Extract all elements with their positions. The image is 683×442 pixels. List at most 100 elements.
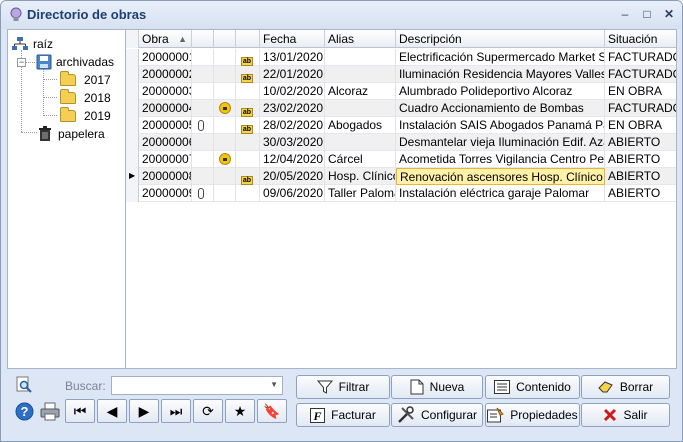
cell-alias[interactable]: Hosp. Clínico xyxy=(325,168,396,185)
cell-clip[interactable] xyxy=(192,49,214,66)
cell-sit[interactable]: EN OBRA xyxy=(605,83,676,100)
cell-lock[interactable] xyxy=(214,151,236,168)
cell-desc[interactable]: Electrificación Supermercado Market SIP xyxy=(396,49,605,66)
first-record-button[interactable]: ⏮ xyxy=(65,399,95,423)
cell-lock[interactable] xyxy=(214,134,236,151)
next-record-button[interactable]: ▶ xyxy=(129,399,159,423)
cell-fecha[interactable]: 12/04/2020 xyxy=(260,151,325,168)
cell-sit[interactable]: FACTURADO xyxy=(605,49,676,66)
cell-clip[interactable] xyxy=(192,117,214,134)
document-search-icon[interactable] xyxy=(15,376,33,394)
minimize-button[interactable]: – xyxy=(615,6,635,22)
cell-obra[interactable]: 20000001 xyxy=(139,49,192,66)
tree-node-2017[interactable]: 2017 xyxy=(60,70,111,88)
table-row[interactable]: 20000005 ab 28/02/2020 Abogados Instalación … xyxy=(126,117,676,134)
table-row[interactable]: 20000009 09/06/2020Taller PalomarInstalac… xyxy=(126,185,676,202)
cell-alias[interactable]: Alcoraz xyxy=(325,83,396,100)
cell-obra[interactable]: 20000007 xyxy=(139,151,192,168)
cell-ab[interactable]: ab xyxy=(236,100,260,117)
cell-clip[interactable] xyxy=(192,66,214,83)
cell-alias[interactable]: Taller Palomar xyxy=(325,185,396,202)
search-combobox[interactable]: ▼ xyxy=(111,376,283,395)
erase-button[interactable]: Borrar xyxy=(581,375,670,399)
cell-alias[interactable]: Cárcel xyxy=(325,151,396,168)
cell-desc[interactable]: Renovación ascensores Hosp. Clínico xyxy=(396,168,605,185)
row-indicator[interactable] xyxy=(126,134,139,151)
cell-clip[interactable] xyxy=(192,185,214,202)
cell-fecha[interactable]: 22/01/2020 xyxy=(260,66,325,83)
help-icon[interactable]: ? xyxy=(15,402,34,421)
row-indicator[interactable] xyxy=(126,49,139,66)
tree-node-trash[interactable]: papelera xyxy=(38,125,105,142)
cell-clip[interactable] xyxy=(192,100,214,117)
row-indicator[interactable] xyxy=(126,185,139,202)
last-record-button[interactable]: ⏭ xyxy=(161,399,191,423)
cell-alias[interactable] xyxy=(325,100,396,117)
exit-button[interactable]: Salir xyxy=(581,403,670,427)
cell-ab[interactable]: ab xyxy=(236,66,260,83)
cell-desc[interactable]: Alumbrado Polideportivo Alcoraz xyxy=(396,83,605,100)
cell-sit[interactable]: ABIERTO xyxy=(605,134,676,151)
cell-clip[interactable] xyxy=(192,134,214,151)
table-row[interactable]: 20000003 10/02/2020 Alcoraz Alumbrado Polid… xyxy=(126,83,676,100)
tree-node-2019[interactable]: 2019 xyxy=(60,106,111,124)
cell-clip[interactable] xyxy=(192,83,214,100)
cell-desc[interactable]: Cuadro Accionamiento de Bombas xyxy=(396,100,605,117)
table-row[interactable]: 20000006 30/03/2020 Desmantelar vieja Ilum… xyxy=(126,134,676,151)
bookmark-button[interactable]: 🔖 xyxy=(257,399,287,423)
cell-fecha[interactable]: 10/02/2020 xyxy=(260,83,325,100)
tree-node-archived[interactable]: archivadas xyxy=(36,53,114,70)
cell-lock[interactable] xyxy=(214,83,236,100)
cell-obra[interactable]: 20000006 xyxy=(139,134,192,151)
cell-obra[interactable]: 20000002 xyxy=(139,66,192,83)
cell-sit[interactable]: FACTURADO xyxy=(605,100,676,117)
cell-desc[interactable]: Acometida Torres Vigilancia Centro Penit… xyxy=(396,151,605,168)
cell-alias[interactable] xyxy=(325,134,396,151)
cell-obra[interactable]: 20000009 xyxy=(139,185,192,202)
cell-alias[interactable] xyxy=(325,66,396,83)
cell-desc[interactable]: Desmantelar vieja Iluminación Edif. Azab… xyxy=(396,134,605,151)
cell-sit[interactable]: FACTURADO xyxy=(605,66,676,83)
invoice-button[interactable]: F Facturar xyxy=(296,403,390,427)
favorite-button[interactable]: ★ xyxy=(225,399,255,423)
configure-button[interactable]: Configurar xyxy=(391,403,483,427)
cell-ab[interactable] xyxy=(236,151,260,168)
cell-desc[interactable]: Iluminación Residencia Mayores Vallesol xyxy=(396,66,605,83)
row-indicator[interactable] xyxy=(126,151,139,168)
tree-node-root[interactable]: raíz xyxy=(11,35,53,52)
table-row[interactable]: 20000004 ab 23/02/2020 Cuadro Accionamiento… xyxy=(126,100,676,117)
cell-desc[interactable]: Instalación eléctrica garaje Palomar xyxy=(396,185,605,202)
cell-fecha[interactable]: 09/06/2020 xyxy=(260,185,325,202)
collapse-toggle[interactable]: − xyxy=(17,58,26,67)
cell-lock[interactable] xyxy=(214,66,236,83)
cell-fecha[interactable]: 13/01/2020 xyxy=(260,49,325,66)
prev-record-button[interactable]: ◀ xyxy=(97,399,127,423)
cell-lock[interactable] xyxy=(214,117,236,134)
close-button[interactable]: ✕ xyxy=(659,6,679,22)
cell-ab[interactable] xyxy=(236,185,260,202)
cell-ab[interactable]: ab xyxy=(236,49,260,66)
column-header-alias[interactable]: Alias xyxy=(325,30,396,48)
cell-ab[interactable]: ab xyxy=(236,168,260,185)
column-header-obra[interactable]: Obra ▲ xyxy=(139,30,192,48)
cell-ab[interactable] xyxy=(236,83,260,100)
content-button[interactable]: Contenido xyxy=(485,375,580,399)
row-indicator[interactable] xyxy=(126,66,139,83)
table-row[interactable]: ▶ 20000008 ab 20/05/2020 Hosp. Clínico Renova… xyxy=(126,168,676,185)
row-indicator[interactable] xyxy=(126,117,139,134)
properties-button[interactable]: Propiedades xyxy=(485,403,580,427)
cell-sit[interactable]: EN OBRA xyxy=(605,117,676,134)
cell-sit[interactable]: ABIERTO xyxy=(605,168,676,185)
tree-node-2018[interactable]: 2018 xyxy=(60,88,111,106)
cell-lock[interactable] xyxy=(214,49,236,66)
cell-obra[interactable]: 20000003 xyxy=(139,83,192,100)
cell-clip[interactable] xyxy=(192,151,214,168)
cell-obra[interactable]: 20000008 xyxy=(139,168,192,185)
filter-button[interactable]: Filtrar xyxy=(296,375,390,399)
table-row[interactable]: 20000007 12/04/2020 Cárcel Acometida Torres… xyxy=(126,151,676,168)
cell-sit[interactable]: ABIERTO xyxy=(605,185,676,202)
cell-fecha[interactable]: 20/05/2020 xyxy=(260,168,325,185)
cell-alias[interactable] xyxy=(325,49,396,66)
column-header-attach[interactable] xyxy=(192,30,214,48)
cell-ab[interactable]: ab xyxy=(236,117,260,134)
